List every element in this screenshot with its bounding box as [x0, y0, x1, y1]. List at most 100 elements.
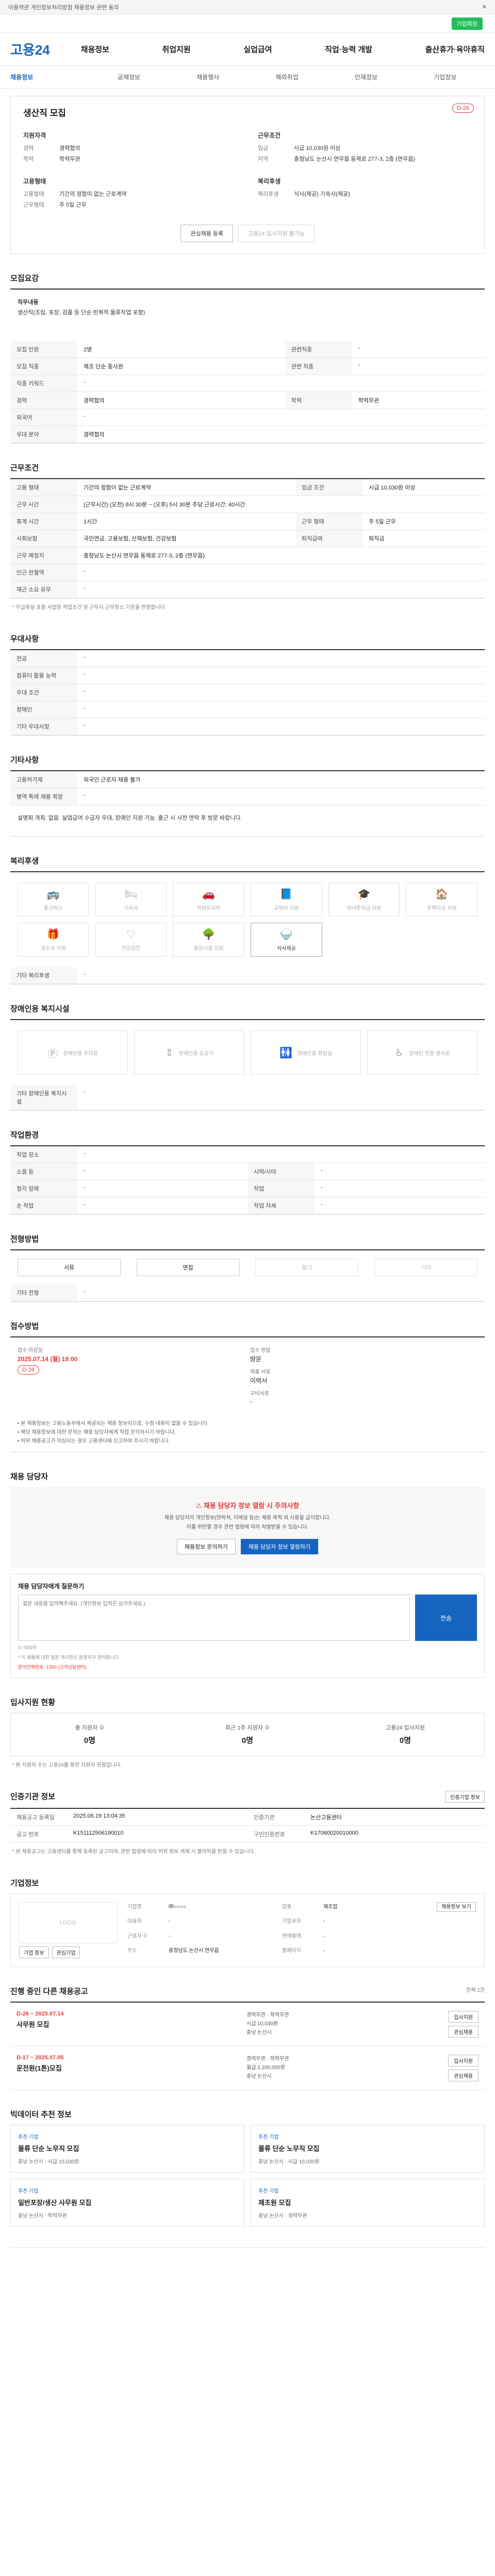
kv-value: 충청남도 논산시 연무읍 동제로 277-3, 2층 (연무읍)	[294, 156, 416, 162]
send-button[interactable]: 전송	[415, 1595, 477, 1641]
etc-desc: 설명회 개최: 없음. 실업급여 수급자 우대, 장애인 지원 가능. 출근 시…	[18, 815, 242, 821]
related-scrap-button[interactable]: 관심채용	[448, 2026, 478, 2038]
detail-section: 직무내용 생산직(조립, 포장, 검품 등 단순 반복적 물류작업 포함) 모집…	[10, 289, 485, 444]
gnb-item-1[interactable]: 취업지원	[162, 44, 191, 55]
favorite-company-button[interactable]: 관심기업	[52, 1946, 80, 1958]
rec-meta: 충남 논산시 · 학력무관	[18, 2213, 67, 2219]
rec-card[interactable]: 추천 기업 물류 단순 노무직 모집 충남 논산시 · 시급 10,030원	[251, 2125, 485, 2173]
row-key: 관련직종	[285, 341, 352, 358]
lnb-item-3[interactable]: 해외취업	[248, 73, 326, 81]
kv-row: 학력 학력무관	[23, 155, 237, 163]
welfare-label: 자녀학자금 지원	[346, 906, 382, 911]
prefer-heading: 우대사항	[10, 635, 39, 643]
detail-table: 모집 인원 2명 관련직종 - 모집 직종 제조 단순 종사원 관련 직종 - 직종 키워드 - 경…	[10, 341, 485, 443]
row-value: -	[77, 718, 485, 735]
tree-icon: 🌳	[202, 929, 216, 940]
question-input[interactable]	[18, 1595, 410, 1641]
footer	[10, 2247, 485, 2278]
top-notice-bar: 이용약관 개인정보처리방침 채용정보 관련 동의 ✕	[0, 0, 495, 14]
related-item[interactable]: D-17 ~ 2025.07.05 운전원(1톤)모집 경력무관 · 학력무관 월급 …	[10, 2046, 485, 2090]
welfare-label: 휴양시설 지원	[193, 946, 224, 952]
lnb-item-2[interactable]: 채용행사	[169, 73, 248, 81]
table-row: 고용 형태 기간의 정함이 없는 근로계약 임금 조건 시급 10,030원 이상	[10, 479, 485, 496]
cmp-grid: 채용공고 등록일 2025.06.19 13:04:35 인증기관 논산고용센터 공고 …	[10, 1808, 485, 1843]
row-key: 학력	[285, 392, 352, 409]
table-row: 근무 시간 (근무시간) (오전) 8시 30분 ~ (오후) 5시 30분 주당…	[10, 496, 485, 513]
company-info-row: 홈페이지 -	[282, 1946, 426, 1958]
lnb-item-4[interactable]: 인재정보	[326, 73, 405, 81]
qualification-heading: 지원자격	[23, 132, 46, 139]
kv-row: 복리후생 식사(제공) 기숙사(제공)	[258, 190, 472, 198]
close-icon[interactable]: ✕	[482, 4, 487, 10]
related-scrap-button[interactable]: 관심채용	[448, 2070, 478, 2081]
table-row: 전공 -	[10, 650, 485, 667]
related-name[interactable]: 사무원 모집	[16, 2019, 236, 2029]
table-row: 휴게 시간 1시간 근무 형태 주 5일 근무	[10, 513, 485, 530]
apply-docs-value: 이력서	[250, 1377, 268, 1384]
rec-meta: 충남 논산시 · 시급 10,030원	[258, 2159, 320, 2165]
row-key: 작업	[248, 1180, 315, 1197]
lnb-item-0[interactable]: 채용정보	[10, 73, 89, 81]
lnb-item-1[interactable]: 공채정보	[89, 73, 168, 81]
rec-category: 추천 기업	[258, 2134, 279, 2140]
job-summary-card: 생산직 모집 D-26 지원자격 경력 경력협의 학력 학력무관 근무조건 임금 시급 …	[10, 96, 485, 254]
welfare-label: 기숙사	[124, 906, 138, 911]
condition-heading: 근무조건	[258, 132, 281, 139]
gnb-item-0[interactable]: 채용정보	[81, 44, 109, 55]
gnb-item-3[interactable]: 직업·능력 개발	[325, 44, 372, 55]
lnb-item-5[interactable]: 기업정보	[406, 73, 485, 81]
row-value: -	[77, 1146, 485, 1163]
process-step: 기타	[374, 1259, 477, 1276]
cmp-value: K17060020010000	[310, 1830, 358, 1836]
table-row: 인근 전철역 -	[10, 564, 485, 581]
related-apply-button[interactable]: 입사지원	[448, 2011, 478, 2023]
rec-heading: 빅데이터 추천 정보	[10, 2110, 72, 2119]
rec-card[interactable]: 추천 기업 제조원 모집 충남 논산시 · 경력무관	[251, 2179, 485, 2227]
related-apply-button[interactable]: 입사지원	[448, 2055, 478, 2066]
cmp-button[interactable]: 인증기업 정보	[446, 1791, 485, 1803]
stat-value: 0명	[241, 1736, 254, 1745]
company-heading: 기업정보	[10, 1879, 39, 1888]
stat-label: 최근 1주 지원자 수	[225, 1725, 270, 1731]
house-icon: 🏠	[435, 889, 449, 900]
welfare-label: 주택자금 지원	[426, 906, 457, 911]
inquiry-box: ⚠ 채용 담당자 정보 열람 시 주의사항 채용 담당자의 개인정보(연락처, …	[10, 1487, 485, 1568]
graduation-icon: 🎓	[357, 889, 371, 900]
rec-title: 일반포장/생산 사무원 모집	[18, 2199, 92, 2207]
disabled-facility-item: Ⓟ 장애인용 주차장	[18, 1030, 128, 1075]
rec-card[interactable]: 추천 기업 물류 단순 노무직 모집 충남 논산시 · 시급 10,030원	[10, 2125, 244, 2173]
rec-card[interactable]: 추천 기업 일반포장/생산 사무원 모집 충남 논산시 · 학력무관	[10, 2179, 244, 2227]
process-step: 면접	[136, 1259, 240, 1276]
kv-key: 근무형태	[23, 202, 44, 208]
company-info-value: -	[169, 1919, 171, 1925]
ramp-icon: ♿	[394, 1047, 404, 1059]
question-title: 채용 담당자에게 질문하기	[18, 1583, 85, 1590]
bus-icon: 🚌	[46, 889, 60, 900]
welfare-item: 🎓 자녀학자금 지원	[328, 883, 400, 917]
view-contact-button[interactable]: 채용 담당자 정보 열람하기	[240, 1539, 319, 1554]
apply-button[interactable]: 고용24 입사지원 불가능	[238, 225, 315, 242]
site-logo[interactable]: 고용24	[10, 40, 50, 59]
related-name[interactable]: 운전원(1톤)모집	[16, 2063, 236, 2073]
scrap-button[interactable]: 관심채용 등록	[180, 225, 234, 242]
row-value: -	[315, 1180, 485, 1197]
inquiry-button[interactable]: 채용정보 문의하기	[176, 1539, 236, 1554]
row-key: 모집 직종	[10, 358, 77, 375]
meal-icon: 🍚	[279, 929, 293, 940]
row-value: (근무시간) (오전) 8시 30분 ~ (오후) 5시 30분 주당 근로시간…	[77, 496, 485, 513]
dday-badge: D-26	[452, 104, 474, 113]
welfare-label: 건강검진	[121, 946, 141, 952]
row-key: 퇴직급여	[295, 530, 363, 547]
table-row: 우대 조건 -	[10, 684, 485, 701]
cmp-value: 2025.06.19 13:04:35	[73, 1813, 125, 1819]
related-item[interactable]: D-26 ~ 2025.07.14 사무원 모집 경력무관 · 학력무관 시급 10,…	[10, 2003, 485, 2046]
gnb-item-2[interactable]: 실업급여	[243, 44, 272, 55]
gnb-item-4[interactable]: 출산휴가·육아휴직	[425, 44, 485, 55]
company-info-row: 주소 충청남도 논산시 연무읍	[127, 1946, 272, 1958]
company-jobs-button[interactable]: 채용정보 보기	[437, 1902, 476, 1912]
employment-heading: 고용형태	[23, 178, 46, 185]
company-info-button[interactable]: 기업 정보	[19, 1946, 49, 1958]
elevator-icon: ⇕	[165, 1047, 174, 1059]
cmp-value: K151112506190010	[73, 1830, 124, 1836]
corporate-member-button[interactable]: 기업회원	[451, 17, 483, 30]
